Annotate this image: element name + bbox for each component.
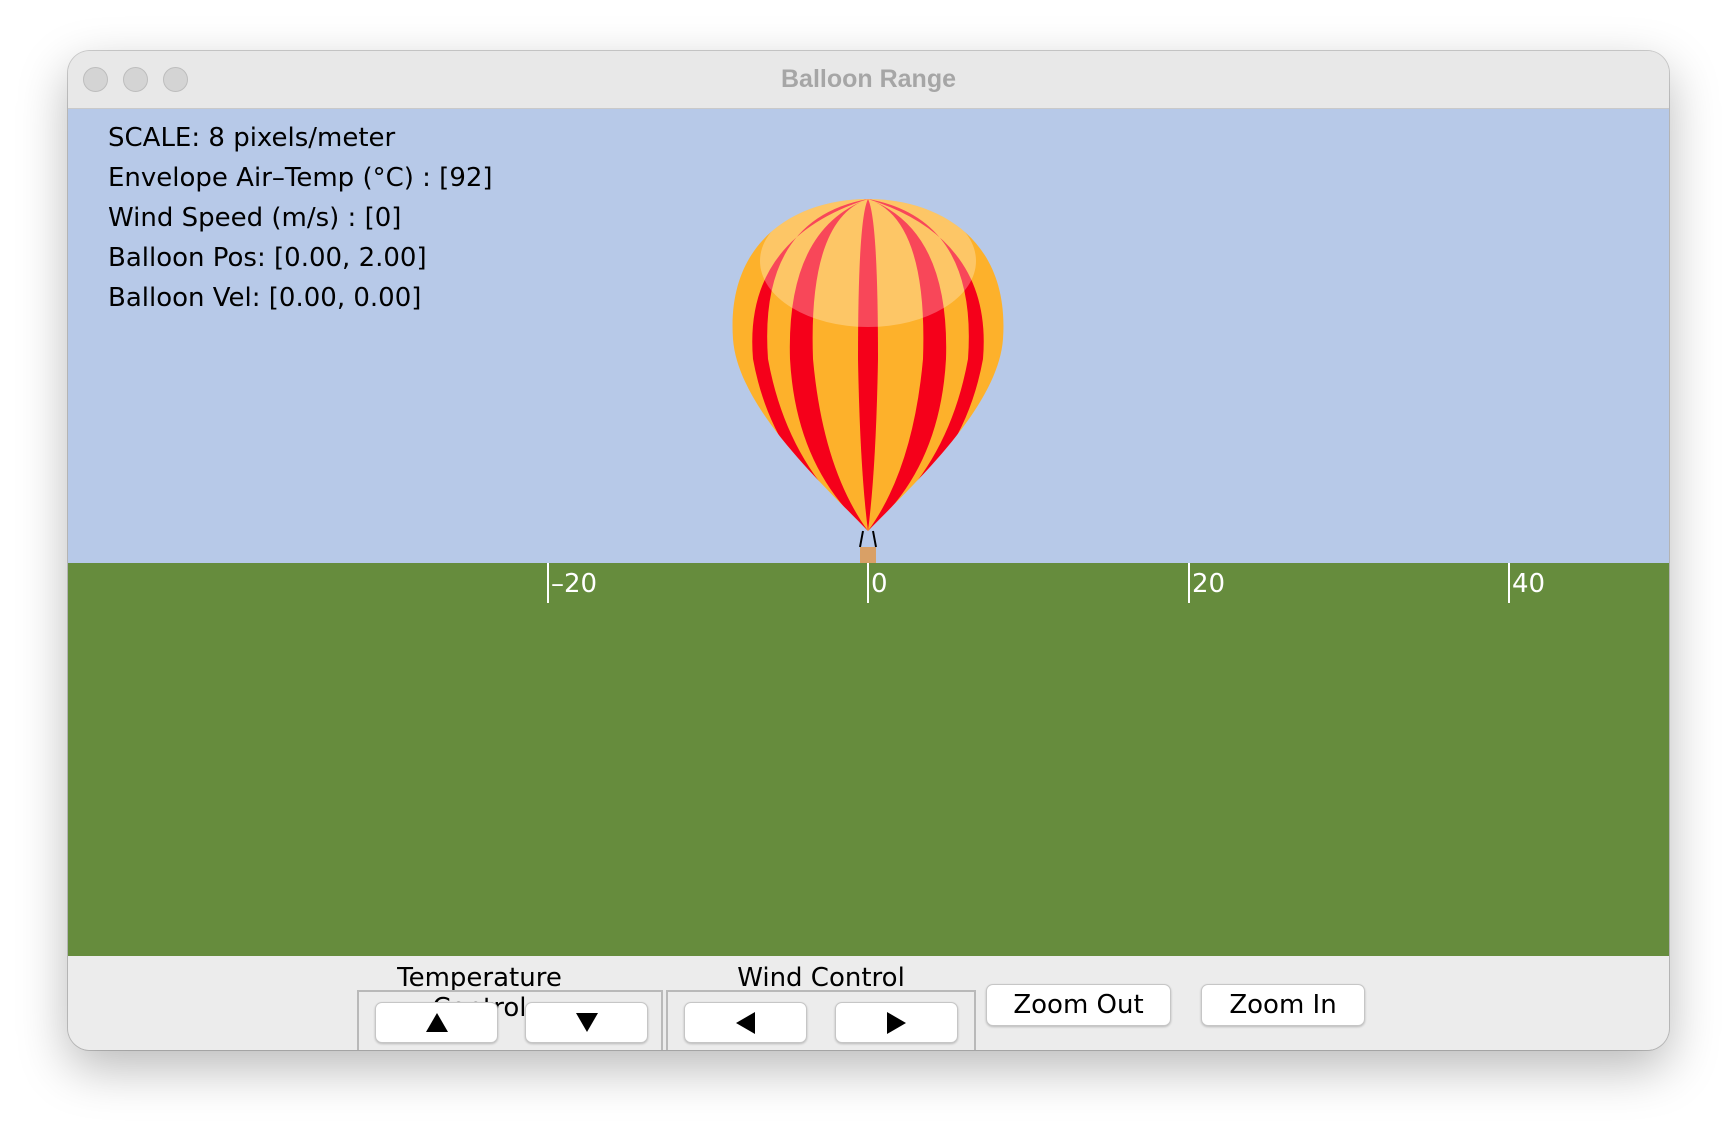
simulation-canvas: SCALE: 8 pixels/meter Envelope Air–Temp … (68, 109, 1669, 956)
ruler-tick (1508, 563, 1510, 603)
control-panel: Temperature Control Wind Control Zoom Ou… (68, 956, 1669, 1050)
ruler-tick-label: 20 (1192, 569, 1226, 599)
ground (68, 563, 1669, 956)
wind-control-group (666, 990, 976, 1050)
arrow-up-icon (425, 1013, 448, 1032)
ruler-tick (1188, 563, 1190, 603)
arrow-right-icon (887, 1011, 906, 1034)
arrow-down-icon (575, 1013, 598, 1032)
zoom-in-button[interactable]: Zoom In (1201, 984, 1365, 1026)
arrow-left-icon (736, 1011, 755, 1034)
title-bar: Balloon Range (68, 51, 1669, 109)
app-window: Balloon Range SCALE: 8 pixels/meter Enve… (68, 51, 1669, 1050)
ruler-tick-label: –20 (551, 569, 598, 599)
balloon-envelope (732, 199, 1004, 531)
ruler-tick-label: 40 (1512, 569, 1546, 599)
ruler-tick (867, 563, 869, 603)
hot-air-balloon (732, 199, 1004, 563)
wind-control-label: Wind Control (737, 963, 905, 993)
balloon-rope (872, 530, 877, 548)
wind-right-button[interactable] (835, 1002, 958, 1043)
balloon-basket (860, 547, 876, 563)
temperature-down-button[interactable] (525, 1002, 648, 1043)
balloon-rope (859, 530, 864, 548)
zoom-out-button[interactable]: Zoom Out (986, 984, 1171, 1026)
wind-left-button[interactable] (684, 1002, 807, 1043)
ruler-tick-label: 0 (871, 569, 888, 599)
ruler-tick (547, 563, 549, 603)
window-title: Balloon Range (780, 65, 956, 93)
temperature-up-button[interactable] (375, 1002, 498, 1043)
temperature-control-group (357, 990, 663, 1050)
